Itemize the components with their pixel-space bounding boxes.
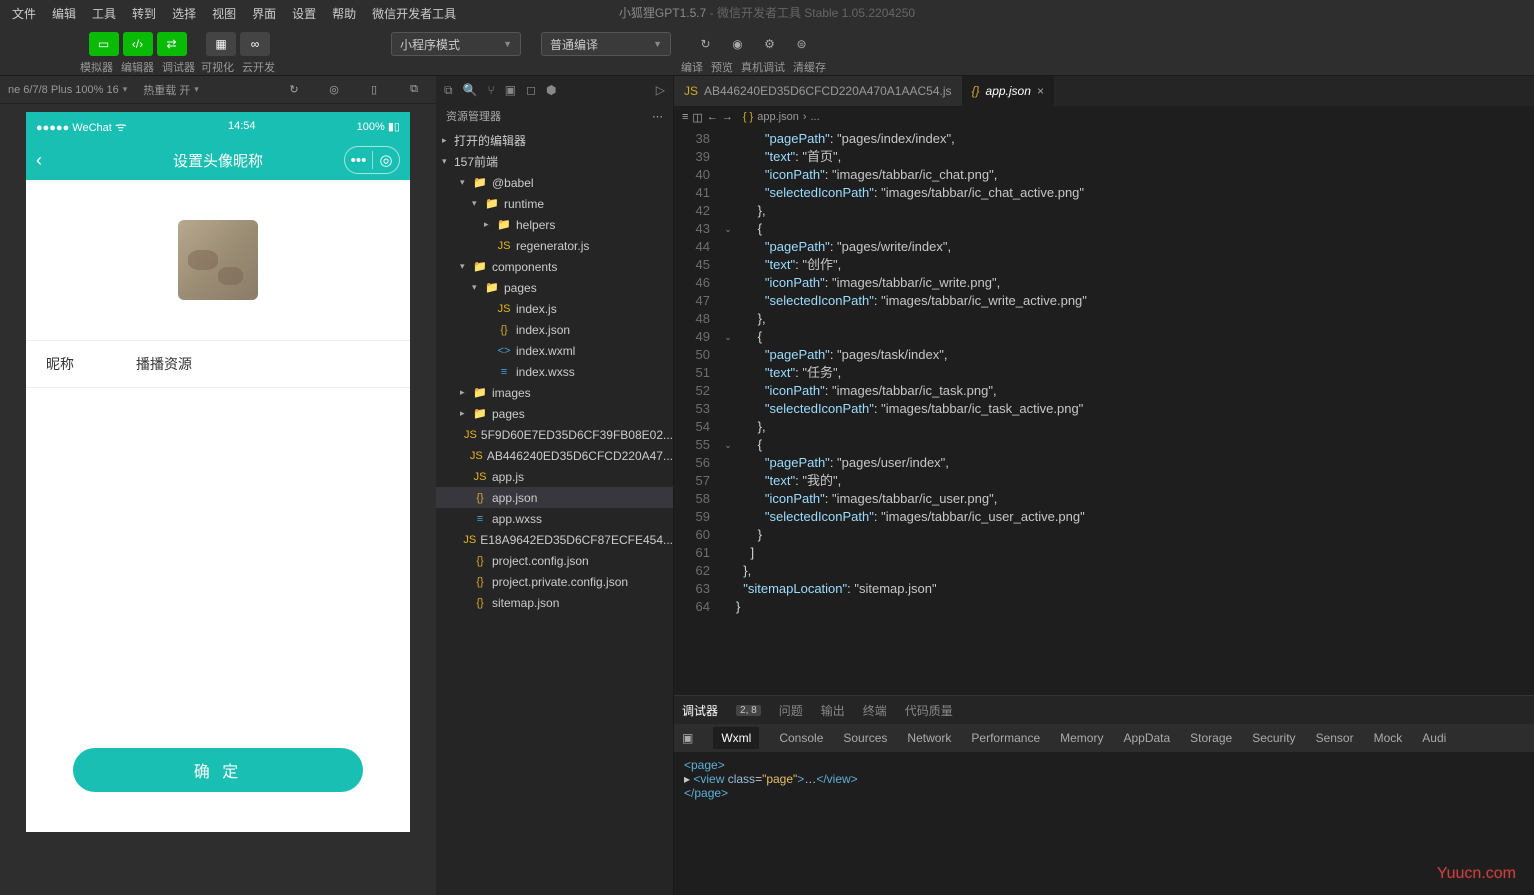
devtab-storage[interactable]: Storage bbox=[1190, 731, 1232, 745]
menu-文件[interactable]: 文件 bbox=[4, 5, 44, 22]
tree-item[interactable]: ▾📁components bbox=[436, 256, 673, 277]
editor-tab[interactable]: {}app.json× bbox=[962, 76, 1054, 106]
nickname-label: 昵称 bbox=[46, 354, 136, 374]
menu-视图[interactable]: 视图 bbox=[204, 5, 244, 22]
tree-item[interactable]: ≡app.wxss bbox=[436, 508, 673, 529]
tree-item[interactable]: JS5F9D60E7ED35D6CF39FB08E02... bbox=[436, 424, 673, 445]
menu-帮助[interactable]: 帮助 bbox=[324, 5, 364, 22]
hot-reload[interactable]: 热重载 开 bbox=[143, 82, 190, 98]
tree-item[interactable]: JSapp.js bbox=[436, 466, 673, 487]
problems-tab[interactable]: 问题 bbox=[779, 702, 803, 719]
tree-item[interactable]: ▾📁@babel bbox=[436, 172, 673, 193]
toolbar: ▭ ‹/› ⇄ 模拟器 编辑器 调试器 ▦ ∞ 可视化 云开发 小程序模式▼ 普… bbox=[0, 26, 1534, 76]
tree-item[interactable]: ▸📁helpers bbox=[436, 214, 673, 235]
preview-button[interactable]: ◉ bbox=[724, 32, 752, 56]
devtab-audi[interactable]: Audi bbox=[1422, 731, 1446, 745]
terminal-tab[interactable]: 终端 bbox=[863, 702, 887, 719]
confirm-button[interactable]: 确 定 bbox=[73, 748, 363, 792]
output-tab[interactable]: 输出 bbox=[821, 702, 845, 719]
devtab-mock[interactable]: Mock bbox=[1374, 731, 1403, 745]
editor-toggle[interactable]: ‹/› bbox=[123, 32, 153, 56]
more-icon[interactable]: ⋯ bbox=[652, 110, 663, 123]
files-icon[interactable]: ⧉ bbox=[444, 83, 453, 98]
tree-item[interactable]: JSE18A9642ED35D6CF87ECFE454... bbox=[436, 529, 673, 550]
tree-item[interactable]: {}app.json bbox=[436, 487, 673, 508]
clear-cache-button[interactable]: ⊜ bbox=[788, 32, 816, 56]
devtab-network[interactable]: Network bbox=[907, 731, 951, 745]
tree-item[interactable]: ≡index.wxss bbox=[436, 361, 673, 382]
compile-dropdown[interactable]: 普通编译▼ bbox=[541, 32, 671, 56]
simulator-toggle[interactable]: ▭ bbox=[89, 32, 119, 56]
devtab-memory[interactable]: Memory bbox=[1060, 731, 1103, 745]
menu-工具[interactable]: 工具 bbox=[84, 5, 124, 22]
tree-item[interactable]: JSregenerator.js bbox=[436, 235, 673, 256]
explorer-panel: ⧉ 🔍 ⑂ ▣ ◻ ⬢ ▷ 资源管理器 ⋯ ▸打开的编辑器 ▾157前端 ▾📁@… bbox=[436, 76, 674, 895]
simulator-panel: ne 6/7/8 Plus 100% 16▾ 热重载 开▾ ↻ ◎ ▯ ⧉ ●●… bbox=[0, 76, 436, 895]
project-root[interactable]: ▾157前端 bbox=[436, 151, 673, 172]
tree-item[interactable]: ▾📁pages bbox=[436, 277, 673, 298]
wxml-panel[interactable]: <page> ▸ <view class="page">…</view> </p… bbox=[674, 752, 1534, 895]
capsule-menu[interactable]: •••◎ bbox=[344, 146, 400, 174]
tree-item[interactable]: {}project.config.json bbox=[436, 550, 673, 571]
tree-item[interactable]: ▾📁runtime bbox=[436, 193, 673, 214]
devtab-security[interactable]: Security bbox=[1252, 731, 1295, 745]
tree-item[interactable]: JSAB446240ED35D6CFCD220A47... bbox=[436, 445, 673, 466]
devtab-performance[interactable]: Performance bbox=[971, 731, 1040, 745]
device-selector[interactable]: ne 6/7/8 Plus 100% 16 bbox=[8, 84, 119, 96]
devtab-sensor[interactable]: Sensor bbox=[1316, 731, 1354, 745]
tree-item[interactable]: ▸📁pages bbox=[436, 403, 673, 424]
phone-simulator: ●●●●● WeChat ᯤ 14:54 100% ▮▯ ‹ 设置头像昵称 ••… bbox=[26, 112, 410, 832]
branch-icon[interactable]: ⑂ bbox=[488, 83, 495, 97]
debugger-toggle[interactable]: ⇄ bbox=[157, 32, 187, 56]
editor-panel: JSAB446240ED35D6CFCD220A470A1AAC54.js{}a… bbox=[674, 76, 1534, 895]
menu-界面[interactable]: 界面 bbox=[244, 5, 284, 22]
avatar[interactable] bbox=[178, 220, 258, 300]
nickname-value[interactable]: 播播资源 bbox=[136, 354, 192, 374]
compile-button[interactable]: ↻ bbox=[692, 32, 720, 56]
tree-item[interactable]: {}project.private.config.json bbox=[436, 571, 673, 592]
open-editors-section[interactable]: ▸打开的编辑器 bbox=[436, 130, 673, 151]
quality-tab[interactable]: 代码质量 bbox=[905, 702, 953, 719]
bug-icon[interactable]: ⬢ bbox=[546, 83, 556, 97]
watermark: Yuucn.com bbox=[1437, 865, 1516, 883]
refresh-icon[interactable]: ↻ bbox=[280, 78, 308, 102]
editor-tab[interactable]: JSAB446240ED35D6CFCD220A470A1AAC54.js bbox=[674, 76, 962, 106]
cloud-button[interactable]: ∞ bbox=[240, 32, 270, 56]
device-icon[interactable]: ▯ bbox=[360, 78, 388, 102]
mode-dropdown[interactable]: 小程序模式▼ bbox=[391, 32, 521, 56]
editor-tabs: JSAB446240ED35D6CFCD220A470A1AAC54.js{}a… bbox=[674, 76, 1534, 106]
code-editor[interactable]: 3839404142434445464748495051525354555657… bbox=[674, 128, 1534, 695]
back-icon[interactable]: ‹ bbox=[36, 150, 42, 171]
box-icon[interactable]: ▣ bbox=[505, 83, 516, 97]
play-icon[interactable]: ▷ bbox=[656, 83, 665, 97]
visual-button[interactable]: ▦ bbox=[206, 32, 236, 56]
tree-item[interactable]: ▸📁images bbox=[436, 382, 673, 403]
menu-微信开发者工具[interactable]: 微信开发者工具 bbox=[364, 5, 464, 22]
menu-转到[interactable]: 转到 bbox=[124, 5, 164, 22]
pop-icon[interactable]: ⧉ bbox=[400, 78, 428, 102]
debugger-tab[interactable]: 调试器 bbox=[682, 702, 718, 719]
tree-item[interactable]: {}sitemap.json bbox=[436, 592, 673, 613]
search-icon[interactable]: 🔍 bbox=[463, 83, 478, 97]
menu-设置[interactable]: 设置 bbox=[284, 5, 324, 22]
square-icon[interactable]: ◻ bbox=[526, 83, 536, 97]
devtab-sources[interactable]: Sources bbox=[843, 731, 887, 745]
remote-debug-button[interactable]: ⚙ bbox=[756, 32, 784, 56]
record-icon[interactable]: ◎ bbox=[320, 78, 348, 102]
menu-编辑[interactable]: 编辑 bbox=[44, 5, 84, 22]
menu-选择[interactable]: 选择 bbox=[164, 5, 204, 22]
devtab-console[interactable]: Console bbox=[779, 731, 823, 745]
inspect-icon[interactable]: ▣ bbox=[682, 731, 693, 745]
tree-item[interactable]: {}index.json bbox=[436, 319, 673, 340]
tree-item[interactable]: <>index.wxml bbox=[436, 340, 673, 361]
page-title: 设置头像昵称 bbox=[173, 150, 263, 171]
devtab-appdata[interactable]: AppData bbox=[1123, 731, 1170, 745]
tree-item[interactable]: JSindex.js bbox=[436, 298, 673, 319]
devtab-wxml[interactable]: Wxml bbox=[713, 727, 759, 749]
window-title: 小狐狸GPT1.5.7 - 微信开发者工具 Stable 1.05.220425… bbox=[619, 4, 915, 21]
close-icon[interactable]: × bbox=[1037, 84, 1044, 98]
